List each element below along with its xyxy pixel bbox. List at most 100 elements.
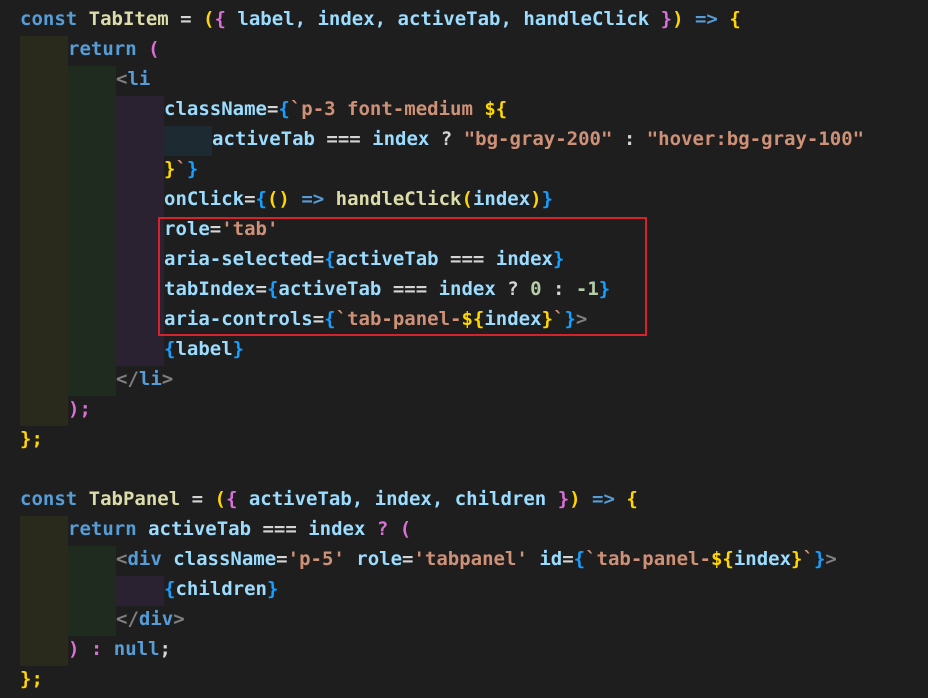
token: } <box>660 8 673 30</box>
token: activeTab, index, children <box>237 488 558 510</box>
token: = <box>168 8 204 30</box>
indent-guide <box>20 36 68 426</box>
token: } <box>266 578 279 600</box>
token: ; <box>159 638 171 660</box>
token: TabItem <box>88 8 169 30</box>
token: activeTab <box>212 128 315 150</box>
code-line[interactable]: return activeTab === index ? ( <box>68 514 411 544</box>
code-line[interactable]: ); <box>68 394 91 424</box>
code-line[interactable]: </li> <box>116 364 173 394</box>
token: div <box>127 548 162 570</box>
code-line[interactable]: {label} <box>164 334 244 364</box>
token: label <box>175 338 233 360</box>
token: { <box>164 338 176 360</box>
token: < <box>116 548 128 570</box>
token: className <box>161 548 277 570</box>
token: ) <box>569 488 581 510</box>
token: ) <box>672 8 684 30</box>
code-line[interactable]: const TabItem = ({ label, index, activeT… <box>20 4 741 34</box>
token: { <box>626 488 638 510</box>
token: ${ <box>484 98 508 120</box>
token: li <box>138 368 162 390</box>
token: index <box>308 518 366 540</box>
token: = <box>244 188 256 210</box>
code-line[interactable]: {children} <box>164 574 278 604</box>
code-line[interactable]: ) : null; <box>68 634 171 664</box>
token: }; <box>20 668 43 690</box>
token: ) <box>530 188 542 210</box>
token: () <box>266 188 290 210</box>
code-line[interactable]: }`} <box>164 154 198 184</box>
token: ` <box>802 548 814 570</box>
token: id <box>527 548 563 570</box>
code-line[interactable]: <div className='p-5' role='tabpanel' id=… <box>116 544 837 574</box>
token: } <box>164 158 176 180</box>
token: activeTab <box>148 518 252 540</box>
code-line[interactable]: </div> <box>116 604 185 634</box>
token: === <box>251 518 309 540</box>
token: ); <box>68 398 91 420</box>
token: `tab-panel- <box>585 548 711 570</box>
token: return <box>68 38 137 60</box>
token: = <box>562 548 574 570</box>
code-line[interactable]: activeTab === index ? "bg-gray-200" : "h… <box>212 124 864 154</box>
token: return <box>68 518 149 540</box>
token: { <box>225 488 238 510</box>
code-line[interactable]: return ( <box>68 34 160 64</box>
token: role <box>344 548 403 570</box>
indent-guide <box>20 516 68 666</box>
code-line[interactable]: onClick={() => handleClick(index)} <box>164 184 553 214</box>
indent-guide <box>116 576 164 606</box>
token: </ <box>116 608 139 630</box>
token: } <box>541 188 554 210</box>
token: : <box>612 128 647 150</box>
token: li <box>127 68 151 90</box>
token: { <box>255 188 267 210</box>
token: "hover:bg-gray-100" <box>646 128 865 150</box>
token: => <box>683 8 730 30</box>
indent-guide <box>116 96 164 366</box>
token: ( <box>214 488 226 510</box>
highlight-box <box>158 217 647 336</box>
token: > <box>173 608 185 630</box>
token: ? ( <box>365 518 412 540</box>
code-line[interactable]: const TabPanel = ({ activeTab, index, ch… <box>20 484 638 514</box>
token: children <box>175 578 267 600</box>
token: "bg-gray-200" <box>463 128 613 150</box>
token: } <box>791 548 803 570</box>
code-line[interactable]: className={`p-3 font-medium ${ <box>164 94 507 124</box>
code-line[interactable]: }; <box>20 424 43 454</box>
code-line[interactable]: <li <box>116 64 150 94</box>
token: index <box>372 128 430 150</box>
token: { <box>729 8 741 30</box>
indent-guide <box>68 66 116 396</box>
token: ${ <box>710 548 734 570</box>
token: } <box>813 548 826 570</box>
token: </ <box>116 368 139 390</box>
token: { <box>573 548 586 570</box>
token: > <box>161 368 174 390</box>
token: const <box>20 8 89 30</box>
code-editor[interactable]: const TabItem = ({ label, index, activeT… <box>0 0 928 698</box>
token: label, index, activeTab, handleClick <box>225 8 661 30</box>
token: onClick <box>164 188 245 210</box>
token: className <box>164 98 267 120</box>
token: { <box>278 98 290 120</box>
token: === <box>314 128 373 150</box>
token: => <box>289 188 336 210</box>
token: ( <box>203 8 215 30</box>
token: index <box>733 548 792 570</box>
indent-guide <box>164 126 212 156</box>
indent-guide <box>68 546 116 636</box>
token: null <box>113 638 160 660</box>
token: ) : <box>68 638 114 660</box>
code-line[interactable]: }; <box>20 664 43 694</box>
token: TabPanel <box>88 488 181 510</box>
token: { <box>214 8 226 30</box>
token: const <box>20 488 89 510</box>
token: = <box>402 548 414 570</box>
token: < <box>116 68 128 90</box>
token: index <box>472 188 531 210</box>
token: } <box>232 338 245 360</box>
token: handleClick <box>335 188 462 210</box>
